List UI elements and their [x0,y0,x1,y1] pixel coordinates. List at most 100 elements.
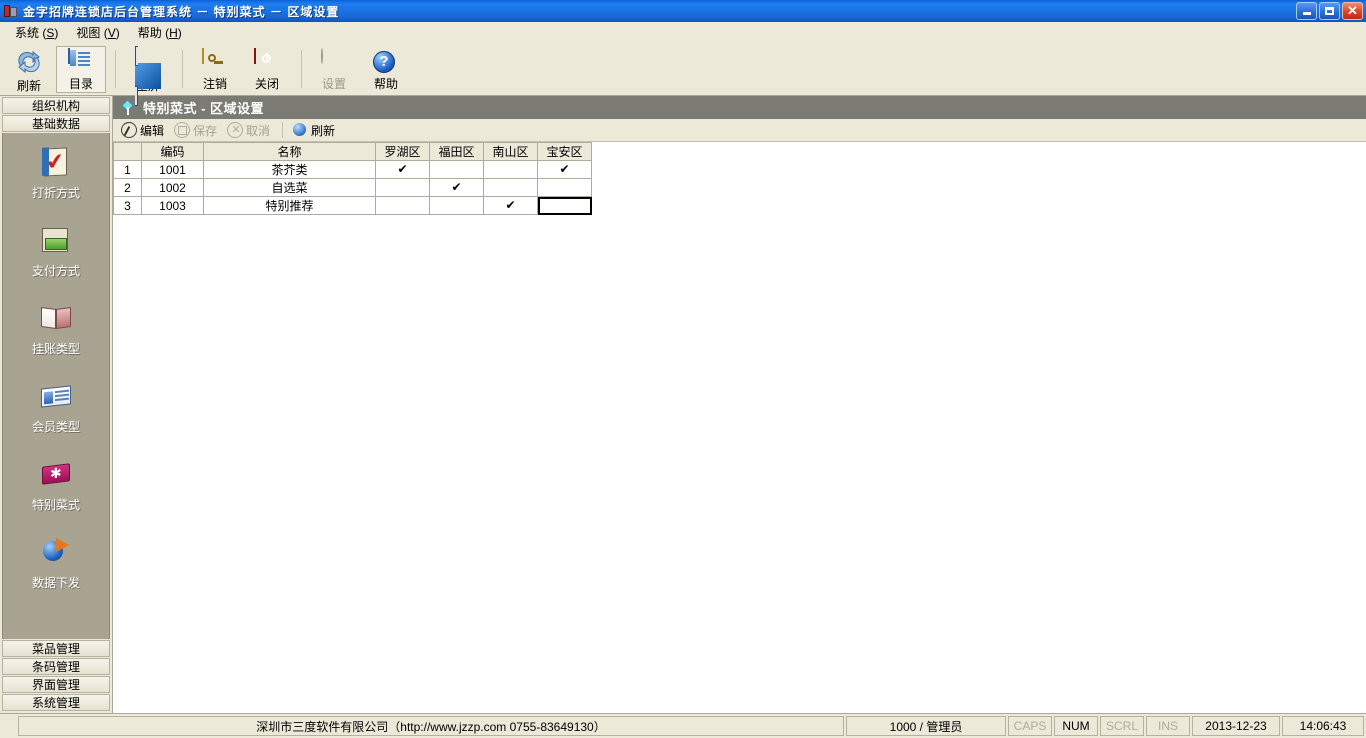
credit-book-icon [39,303,73,335]
cell-code[interactable]: 1003 [141,196,204,215]
cell-luohu[interactable] [375,196,430,215]
row-number[interactable]: 1 [113,160,142,179]
cell-name[interactable]: 茶芥类 [203,160,376,179]
edit-button-label: 编辑 [140,123,165,138]
toolbar-label-catalog: 目录 [68,76,93,91]
cell-baoan[interactable] [537,178,592,197]
column-header-baoan[interactable]: 宝安区 [537,142,592,161]
toolbar-button-close[interactable]: 关闭 [242,46,292,93]
column-header-nanshan[interactable]: 南山区 [483,142,538,161]
edit-button[interactable]: 编辑 [119,120,170,140]
toolbar-label-close: 关闭 [254,76,279,91]
app-icon [3,3,19,19]
menu-item-help[interactable]: 帮助 (H) [129,22,191,43]
page-title: 特别菜式 - 区域设置 [143,101,265,116]
status-flag-num: NUM [1054,716,1098,736]
check-mark: ✔ [505,198,516,212]
sidebar-group-label-ui-mgmt: 界面管理 [31,678,80,692]
cell-futian[interactable] [429,160,484,179]
column-header-code[interactable]: 编码 [141,142,204,161]
cell-nanshan[interactable] [483,160,538,179]
action-separator [282,122,284,138]
cancel-x-icon: ✕ [227,122,244,138]
sidebar-group-label-system-mgmt: 系统管理 [31,696,80,710]
maximize-button[interactable] [1319,2,1340,20]
cell-baoan[interactable]: ✔ [537,160,592,179]
toolbar-label-settings: 设置 [321,76,346,91]
table-body: 1 1001 茶芥类 ✔ ✔ 2 1002 自选菜 ✔ 3 1003 特别推荐 … [113,160,592,215]
data-send-icon [39,537,73,569]
sidebar: 组织机构 基础数据 ✔ 打折方式 支付方式 挂账类型 会员类型 ✱ 特别菜式 数… [0,96,112,713]
column-header-rownum[interactable] [113,142,142,161]
sidebar-group-barcode-mgmt[interactable]: 条码管理 [2,658,110,675]
sidebar-item-payment[interactable]: 支付方式 [3,219,109,297]
sidebar-group-label-barcode-mgmt: 条码管理 [31,660,80,674]
sidebar-item-member[interactable]: 会员类型 [3,375,109,453]
sidebar-item-credit[interactable]: 挂账类型 [3,297,109,375]
status-company: 深圳市三度软件有限公司（http://www.jzzp.com 0755-836… [18,716,844,736]
toolbar-button-refresh[interactable]: 刷新 [4,46,54,93]
cell-code[interactable]: 1001 [141,160,204,179]
toolbar: 刷新 目录 全屏 注销 [0,43,1366,106]
save-disk-icon [174,122,191,138]
status-user: 1000 / 管理员 [846,716,1006,736]
sidebar-group-system-mgmt[interactable]: 系统管理 [2,694,110,711]
cell-luohu[interactable]: ✔ [375,160,430,179]
row-number[interactable]: 2 [113,178,142,197]
sidebar-group-ui-mgmt[interactable]: 界面管理 [2,676,110,693]
sidebar-item-discount[interactable]: ✔ 打折方式 [3,141,109,219]
menu-accel-system: S [46,25,55,40]
column-header-luohu[interactable]: 罗湖区 [375,142,430,161]
table-row[interactable]: 2 1002 自选菜 ✔ [113,178,592,197]
toolbar-button-help[interactable]: ? 帮助 [361,46,411,93]
menu-label-view: 视图 [76,25,101,40]
cell-futian[interactable] [429,196,484,215]
toolbar-label-logout: 注销 [202,76,227,91]
member-card-icon [39,381,73,413]
cell-name[interactable]: 自选菜 [203,178,376,197]
status-date: 2013-12-23 [1192,716,1280,736]
sidebar-group-organization[interactable]: 组织机构 [2,97,110,114]
menu-bar: 系统 (S) 视图 (V) 帮助 (H) [0,22,1366,43]
cell-name[interactable]: 特别推荐 [203,196,376,215]
sidebar-group-basedata[interactable]: 基础数据 [2,115,110,132]
refresh-button-label: 刷新 [311,123,336,138]
sidebar-item-label-member: 会员类型 [31,420,80,434]
toolbar-button-catalog[interactable]: 目录 [56,45,106,93]
column-header-name[interactable]: 名称 [203,142,376,161]
body: 组织机构 基础数据 ✔ 打折方式 支付方式 挂账类型 会员类型 ✱ 特别菜式 数… [0,96,1366,713]
sidebar-item-data-send[interactable]: 数据下发 [3,531,109,609]
refresh-button[interactable]: 刷新 [290,120,341,140]
sidebar-group-label-organization: 组织机构 [31,99,80,113]
sidebar-item-special-dish[interactable]: 特别菜式 [3,453,109,531]
menu-accel-view: V [107,25,116,40]
column-header-futian[interactable]: 福田区 [429,142,484,161]
cancel-button: ✕ 取消 [225,120,276,140]
sidebar-group-dish-mgmt[interactable]: 菜品管理 [2,640,110,657]
menu-item-system[interactable]: 系统 (S) [6,22,67,43]
refresh-icon [16,49,42,75]
cell-code[interactable]: 1002 [141,178,204,197]
help-icon: ? [373,49,399,73]
diamond-pin-icon [121,99,136,115]
cell-nanshan[interactable] [483,178,538,197]
grid-container[interactable]: 编码 名称 罗湖区 福田区 南山区 宝安区 1 1001 茶芥类 ✔ ✔ 2 1… [113,142,1366,713]
row-number[interactable]: 3 [113,196,142,215]
minimize-button[interactable] [1296,2,1317,20]
sidebar-group-label-basedata: 基础数据 [31,117,80,131]
cell-baoan-selected[interactable] [537,196,592,215]
toolbar-button-fullscreen[interactable]: 全屏 [123,45,173,106]
table-row[interactable]: 3 1003 特别推荐 ✔ [113,196,592,215]
payment-money-icon [39,225,73,257]
close-button[interactable]: ✕ [1342,2,1363,20]
discount-clipboard-icon: ✔ [44,147,67,177]
status-flag-ins: INS [1146,716,1190,736]
cell-futian[interactable]: ✔ [429,178,484,197]
cell-nanshan[interactable]: ✔ [483,196,538,215]
cell-luohu[interactable] [375,178,430,197]
edit-pen-icon [121,122,137,138]
menu-item-view[interactable]: 视图 (V) [67,22,128,43]
sidebar-item-label-special-dish: 特别菜式 [31,498,80,512]
toolbar-button-logout[interactable]: 注销 [190,46,240,93]
table-row[interactable]: 1 1001 茶芥类 ✔ ✔ [113,160,592,179]
